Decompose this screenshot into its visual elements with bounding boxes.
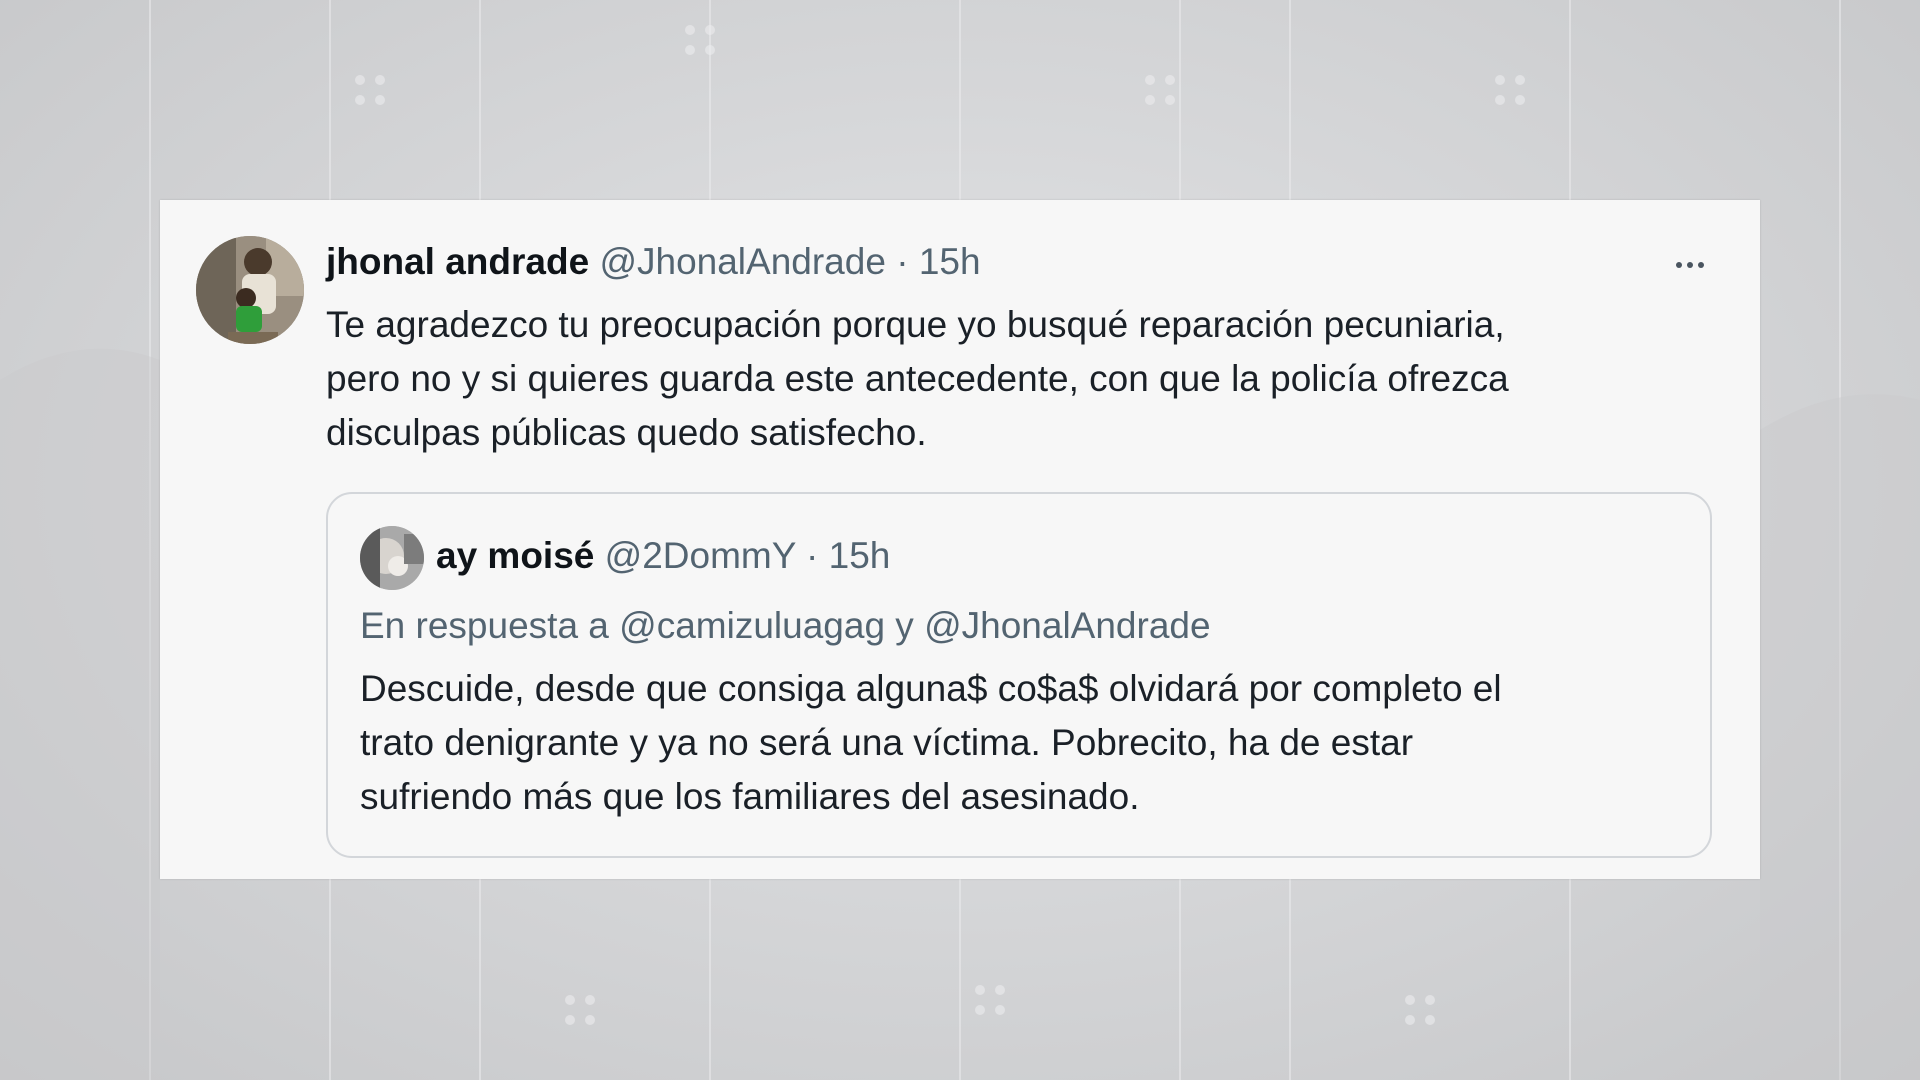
quoted-tweet[interactable]: ay moisé @2DommY · 15h En respuesta a @c… <box>326 492 1712 858</box>
tweet-header: jhonal andrade @JhonalAndrade · 15h <box>326 240 981 284</box>
author-avatar[interactable] <box>196 236 304 344</box>
separator-dot: · <box>896 241 909 282</box>
quoted-tweet-header: ay moisé @2DommY · 15h <box>436 534 890 578</box>
quoted-author-name[interactable]: ay moisé <box>436 535 594 576</box>
author-name[interactable]: jhonal andrade <box>326 241 589 282</box>
tweet-timestamp[interactable]: 15h <box>919 241 981 282</box>
dot <box>1687 262 1693 268</box>
more-options-icon[interactable] <box>1668 250 1712 280</box>
quoted-tweet-text: Descuide, desde que consiga alguna$ co$a… <box>360 668 1502 817</box>
quoted-author-avatar[interactable] <box>360 526 424 590</box>
quoted-author-handle[interactable]: @2DommY <box>605 535 796 576</box>
tweet-text: Te agradezco tu preocupación porque yo b… <box>326 304 1509 453</box>
dot <box>1676 262 1682 268</box>
reply-context: En respuesta a @camizuluagag y @JhonalAn… <box>360 605 1211 646</box>
dot <box>1698 262 1704 268</box>
separator-dot: · <box>806 535 819 576</box>
avatar-photo-icon <box>360 526 424 590</box>
quoted-tweet-timestamp[interactable]: 15h <box>829 535 891 576</box>
tweet-card[interactable]: jhonal andrade @JhonalAndrade · 15h Te a… <box>160 200 1760 879</box>
avatar-photo-icon <box>196 236 304 344</box>
author-handle[interactable]: @JhonalAndrade <box>599 241 885 282</box>
